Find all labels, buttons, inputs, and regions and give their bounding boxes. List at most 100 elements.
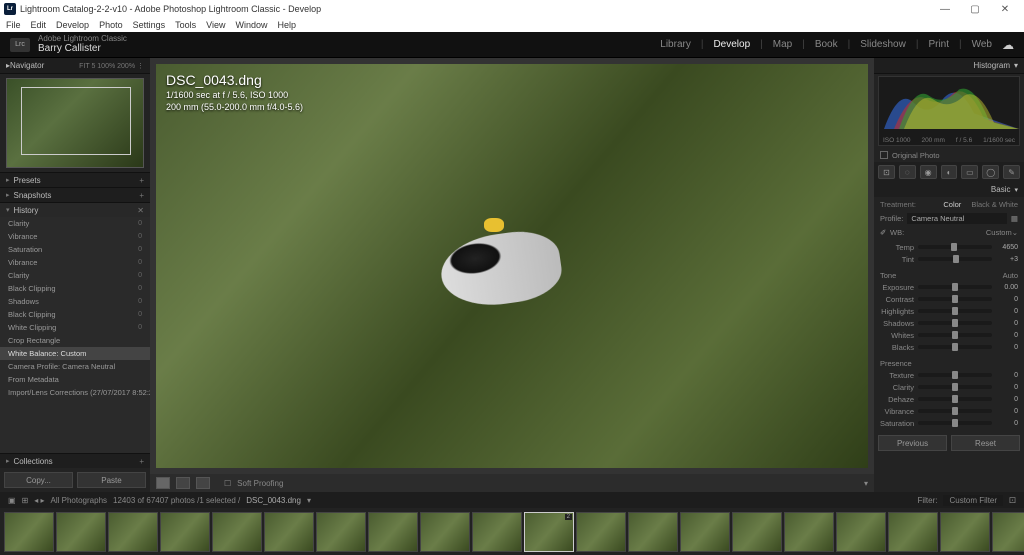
photo-preview[interactable]: DSC_0043.dng 1/1600 sec at f / 5.6, ISO …	[156, 64, 868, 468]
module-develop[interactable]: Develop	[713, 39, 750, 50]
saturation-slider[interactable]: Saturation0	[880, 417, 1018, 429]
temp-slider[interactable]: Temp4650	[880, 241, 1018, 253]
brush-tool[interactable]: ✎	[1003, 165, 1020, 179]
filmstrip-thumb[interactable]	[628, 512, 678, 552]
treatment-bw[interactable]: Black & White	[971, 200, 1018, 209]
copy-button[interactable]: Copy...	[4, 472, 73, 488]
highlights-slider[interactable]: Highlights0	[880, 305, 1018, 317]
filmstrip-thumb[interactable]	[472, 512, 522, 552]
filmstrip-thumb[interactable]	[784, 512, 834, 552]
history-item[interactable]: Import/Lens Corrections (27/07/2017 8:52…	[0, 386, 150, 399]
history-item[interactable]: Black Clipping0	[0, 308, 150, 321]
menu-file[interactable]: File	[6, 20, 21, 30]
auto-tone-button[interactable]: Auto	[1003, 271, 1018, 280]
loupe-view-button[interactable]	[156, 477, 170, 489]
collections-section[interactable]: ▸Collections+	[0, 453, 150, 468]
module-print[interactable]: Print	[928, 39, 949, 50]
contrast-slider[interactable]: Contrast0	[880, 293, 1018, 305]
reset-button[interactable]: Reset	[951, 435, 1020, 451]
history-item[interactable]: Clarity0	[0, 269, 150, 282]
filmstrip-thumb[interactable]: 2	[524, 512, 574, 552]
clarity-slider[interactable]: Clarity0	[880, 381, 1018, 393]
treatment-color[interactable]: Color	[943, 200, 961, 209]
second-monitor-icon[interactable]: ▣	[8, 496, 16, 505]
filter-select[interactable]: Custom Filter	[943, 495, 1003, 506]
module-book[interactable]: Book	[815, 39, 838, 50]
histogram-header[interactable]: Histogram ▾	[874, 58, 1024, 74]
history-section[interactable]: ▾History✕	[0, 202, 150, 217]
profile-browser-icon[interactable]: ▦	[1011, 214, 1018, 223]
menu-photo[interactable]: Photo	[99, 20, 123, 30]
redeye-tool[interactable]: ◉	[920, 165, 937, 179]
grid-icon[interactable]: ⊞	[22, 496, 29, 505]
history-item[interactable]: Saturation0	[0, 243, 150, 256]
reference-view-button[interactable]	[196, 477, 210, 489]
menu-window[interactable]: Window	[236, 20, 268, 30]
basic-panel-header[interactable]: Basic▾	[874, 182, 1024, 197]
previous-button[interactable]: Previous	[878, 435, 947, 451]
whites-slider[interactable]: Whites0	[880, 329, 1018, 341]
menu-develop[interactable]: Develop	[56, 20, 89, 30]
history-item[interactable]: Clarity0	[0, 217, 150, 230]
navigator-thumbnail[interactable]	[6, 78, 144, 168]
gradient-tool[interactable]: ▭	[961, 165, 978, 179]
filmstrip[interactable]: 2	[0, 508, 1024, 555]
before-after-button[interactable]	[176, 477, 190, 489]
minimize-button[interactable]: —	[930, 4, 960, 15]
paste-button[interactable]: Paste	[77, 472, 146, 488]
menu-edit[interactable]: Edit	[31, 20, 47, 30]
crop-tool[interactable]: ⊡	[878, 165, 895, 179]
module-library[interactable]: Library	[660, 39, 691, 50]
module-web[interactable]: Web	[972, 39, 992, 50]
exposure-slider[interactable]: Exposure0.00	[880, 281, 1018, 293]
blacks-slider[interactable]: Blacks0	[880, 341, 1018, 353]
snapshots-section[interactable]: ▸Snapshots+	[0, 187, 150, 202]
toolbar-expand-icon[interactable]: ▾	[864, 479, 868, 488]
close-button[interactable]: ✕	[990, 4, 1020, 15]
mask-tool[interactable]: ◐	[941, 165, 958, 179]
filmstrip-thumb[interactable]	[732, 512, 782, 552]
wb-dropper-icon[interactable]: ✐	[880, 228, 890, 237]
filmstrip-thumb[interactable]	[368, 512, 418, 552]
filmstrip-thumb[interactable]	[108, 512, 158, 552]
filmstrip-thumb[interactable]	[212, 512, 262, 552]
history-item[interactable]: White Clipping0	[0, 321, 150, 334]
wb-select[interactable]: Custom	[986, 228, 1012, 237]
filmstrip-thumb[interactable]	[888, 512, 938, 552]
maximize-button[interactable]: ▢	[960, 4, 990, 15]
filmstrip-thumb[interactable]	[680, 512, 730, 552]
filmstrip-thumb[interactable]	[264, 512, 314, 552]
tint-slider[interactable]: Tint+3	[880, 253, 1018, 265]
presets-section[interactable]: ▸Presets+	[0, 172, 150, 187]
menu-view[interactable]: View	[206, 20, 225, 30]
history-item[interactable]: From Metadata	[0, 373, 150, 386]
menu-settings[interactable]: Settings	[133, 20, 166, 30]
filmstrip-thumb[interactable]	[992, 512, 1024, 552]
filmstrip-thumb[interactable]	[420, 512, 470, 552]
navigator-header[interactable]: ▸ Navigator FIT 5 100% 200% ⋮	[0, 58, 150, 74]
radial-tool[interactable]: ◯	[982, 165, 999, 179]
history-item[interactable]: Black Clipping0	[0, 282, 150, 295]
filmstrip-thumb[interactable]	[576, 512, 626, 552]
filmstrip-thumb[interactable]	[56, 512, 106, 552]
module-map[interactable]: Map	[773, 39, 792, 50]
texture-slider[interactable]: Texture0	[880, 369, 1018, 381]
menu-tools[interactable]: Tools	[175, 20, 196, 30]
filmstrip-thumb[interactable]	[836, 512, 886, 552]
cloud-sync-icon[interactable]: ☁	[1002, 38, 1014, 52]
filmstrip-thumb[interactable]	[160, 512, 210, 552]
module-slideshow[interactable]: Slideshow	[860, 39, 906, 50]
history-item[interactable]: Shadows0	[0, 295, 150, 308]
profile-select[interactable]: Camera Neutral	[907, 213, 1007, 224]
soft-proofing-toggle[interactable]: Soft Proofing	[237, 479, 283, 488]
shadows-slider[interactable]: Shadows0	[880, 317, 1018, 329]
filmstrip-thumb[interactable]	[316, 512, 366, 552]
history-item[interactable]: Camera Profile: Camera Neutral	[0, 360, 150, 373]
filmstrip-source[interactable]: All Photographs	[51, 496, 107, 505]
history-item[interactable]: Crop Rectangle	[0, 334, 150, 347]
heal-tool[interactable]: ◌	[899, 165, 916, 179]
filmstrip-thumb[interactable]	[940, 512, 990, 552]
history-item[interactable]: Vibrance0	[0, 230, 150, 243]
history-item[interactable]: White Balance: Custom	[0, 347, 150, 360]
dehaze-slider[interactable]: Dehaze0	[880, 393, 1018, 405]
